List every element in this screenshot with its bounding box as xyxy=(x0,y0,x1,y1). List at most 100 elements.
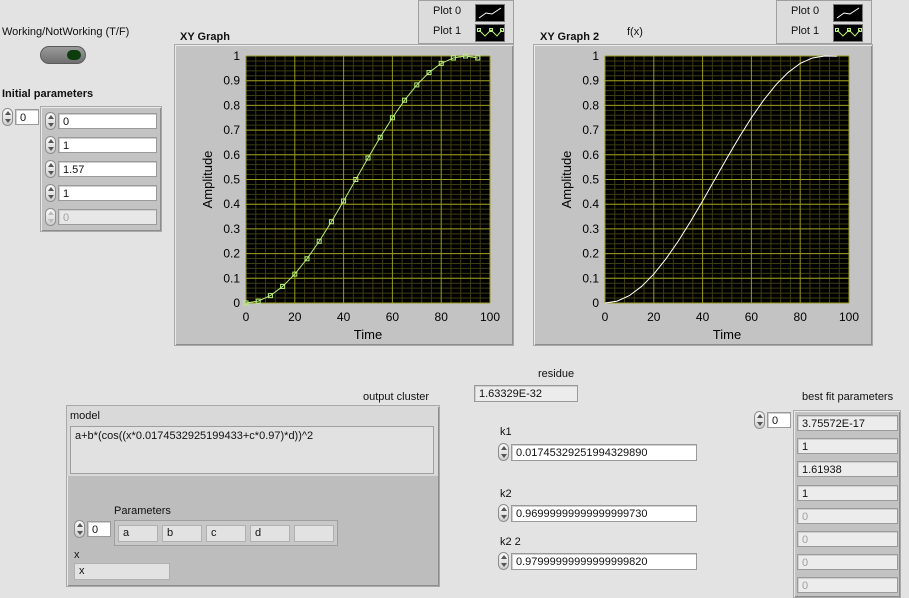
y-tick-label: 0.9 xyxy=(223,74,240,88)
y-axis-label: Amplitude xyxy=(200,151,215,209)
x-label: x xyxy=(74,549,80,561)
plot1-swatch-icon xyxy=(833,24,863,42)
initial-parameters-label: Initial parameters xyxy=(2,88,94,100)
y-tick-label: 0.9 xyxy=(582,74,599,88)
k1-stepper[interactable] xyxy=(498,443,509,461)
initial-parameter-4[interactable]: 0 xyxy=(58,209,157,225)
initial-parameter-0[interactable]: 0 xyxy=(58,113,157,129)
legend-row-plot0: Plot 0 xyxy=(419,2,513,22)
x-tick-label: 40 xyxy=(696,310,710,324)
initial-parameter-stepper-1[interactable] xyxy=(45,136,56,154)
y-tick-label: 1 xyxy=(233,49,240,63)
x-tick-label: 0 xyxy=(602,310,609,324)
residue-label: residue xyxy=(538,368,575,380)
y-tick-label: 1 xyxy=(592,49,599,63)
initial-parameter-stepper-2[interactable] xyxy=(45,160,56,178)
graph2-title: XY Graph 2 xyxy=(540,31,600,43)
x-value: x xyxy=(74,563,170,580)
best-fit-value-3[interactable]: 1 xyxy=(797,484,898,501)
best-fit-value-2[interactable]: 1.61938 xyxy=(797,461,898,478)
plot0-swatch-icon xyxy=(475,4,505,22)
y-tick-label: 0 xyxy=(233,296,240,310)
parameter-name-2: c xyxy=(206,525,246,542)
graph2-legend[interactable]: Plot 0 Plot 1 xyxy=(776,0,872,44)
parameters-index-stepper[interactable] xyxy=(74,520,85,538)
y-axis-label: Amplitude xyxy=(559,151,574,209)
model-string: a+b*(cos((x*0.0174532925199433+c*0.97)*d… xyxy=(70,426,434,474)
plot0-swatch-icon xyxy=(833,4,863,22)
initial-parameter-stepper-4[interactable] xyxy=(45,208,56,226)
x-tick-label: 80 xyxy=(794,310,808,324)
k1-label: k1 xyxy=(500,426,512,438)
x-tick-label: 100 xyxy=(839,310,859,324)
y-tick-label: 0.8 xyxy=(223,98,240,112)
parameter-name-1: b xyxy=(162,525,202,542)
parameters-label: Parameters xyxy=(114,505,171,517)
k2-value[interactable]: 0.96999999999999999730 xyxy=(511,505,697,522)
graph1-legend[interactable]: Plot 0 Plot 1 xyxy=(418,0,514,44)
y-tick-label: 0.7 xyxy=(582,123,599,137)
initial-parameters-index[interactable]: 0 xyxy=(15,109,39,125)
y-tick-label: 0.3 xyxy=(223,222,240,236)
x-tick-label: 20 xyxy=(288,310,302,324)
initial-parameter-3[interactable]: 1 xyxy=(58,185,157,201)
graph2-subtitle: f(x) xyxy=(627,26,643,38)
y-tick-label: 0.1 xyxy=(582,271,599,285)
x-tick-label: 60 xyxy=(745,310,759,324)
y-tick-label: 0.2 xyxy=(223,247,240,261)
y-tick-label: 0.2 xyxy=(582,247,599,261)
k1-value[interactable]: 0.01745329251994329890 xyxy=(511,444,697,461)
best-fit-value-6[interactable]: 0 xyxy=(797,554,898,571)
graph1-title: XY Graph xyxy=(180,31,230,43)
initial-parameter-1[interactable]: 1 xyxy=(58,137,157,153)
toggle-label: Working/NotWorking (T/F) xyxy=(2,26,130,38)
residue-value: 1.63329E-32 xyxy=(474,385,578,402)
x-tick-label: 20 xyxy=(647,310,661,324)
best-fit-value-4[interactable]: 0 xyxy=(797,507,898,524)
graph1-chart[interactable]: 0 20 40 60 80 100 0 0.1 0.2 0.3 0.4 0.5 0.6 0.7 0.8 0.9… xyxy=(174,44,514,346)
y-tick-label: 0.6 xyxy=(582,148,599,162)
plot1-swatch-icon xyxy=(475,24,505,42)
y-tick-label: 0.5 xyxy=(223,173,240,187)
x-tick-label: 40 xyxy=(337,310,351,324)
best-fit-value-7[interactable]: 0 xyxy=(797,577,898,594)
best-fit-index[interactable]: 0 xyxy=(767,412,791,428)
y-tick-label: 0.8 xyxy=(582,98,599,112)
x-axis-label: Time xyxy=(713,327,741,342)
y-tick-label: 0.4 xyxy=(223,197,240,211)
legend-row-plot1: Plot 1 xyxy=(777,22,871,42)
y-tick-label: 0.6 xyxy=(223,148,240,162)
graph2-chart[interactable]: 0 20 40 60 80 100 0 0.1 0.2 0.3 0.4 0.5 0.6 0.7 0.8 0.9… xyxy=(533,44,873,346)
initial-parameters-index-stepper[interactable] xyxy=(2,108,13,126)
k22-label: k2 2 xyxy=(500,536,521,548)
k22-stepper[interactable] xyxy=(498,552,509,570)
parameters-index[interactable]: 0 xyxy=(87,521,111,537)
x-axis-label: Time xyxy=(354,327,382,342)
parameter-name-3: d xyxy=(250,525,290,542)
y-tick-label: 0.7 xyxy=(223,123,240,137)
model-label: model xyxy=(70,410,100,422)
best-fit-value-0[interactable]: 3.75572E-17 xyxy=(797,415,898,431)
best-fit-index-stepper[interactable] xyxy=(754,411,765,429)
k22-value[interactable]: 0.97999999999999999820 xyxy=(511,553,697,570)
x-tick-label: 0 xyxy=(243,310,250,324)
initial-parameter-stepper-3[interactable] xyxy=(45,184,56,202)
best-fit-value-5[interactable]: 0 xyxy=(797,531,898,547)
y-tick-label: 0.3 xyxy=(582,222,599,236)
toggle-lamp-icon xyxy=(67,50,81,60)
y-tick-label: 0.5 xyxy=(582,173,599,187)
working-toggle-switch[interactable] xyxy=(40,46,86,64)
best-fit-value-1[interactable]: 1 xyxy=(797,438,898,455)
y-tick-label: 0.4 xyxy=(582,197,599,211)
output-cluster-label: output cluster xyxy=(363,391,430,403)
initial-parameter-2[interactable]: 1.57 xyxy=(58,161,157,177)
k2-label: k2 xyxy=(500,488,512,500)
parameter-name-4 xyxy=(294,525,334,542)
best-fit-label: best fit parameters xyxy=(802,391,894,403)
k2-stepper[interactable] xyxy=(498,504,509,522)
x-tick-label: 80 xyxy=(435,310,449,324)
x-tick-label: 100 xyxy=(480,310,500,324)
legend-row-plot0: Plot 0 xyxy=(777,2,871,22)
y-tick-label: 0.1 xyxy=(223,271,240,285)
initial-parameter-stepper-0[interactable] xyxy=(45,112,56,130)
